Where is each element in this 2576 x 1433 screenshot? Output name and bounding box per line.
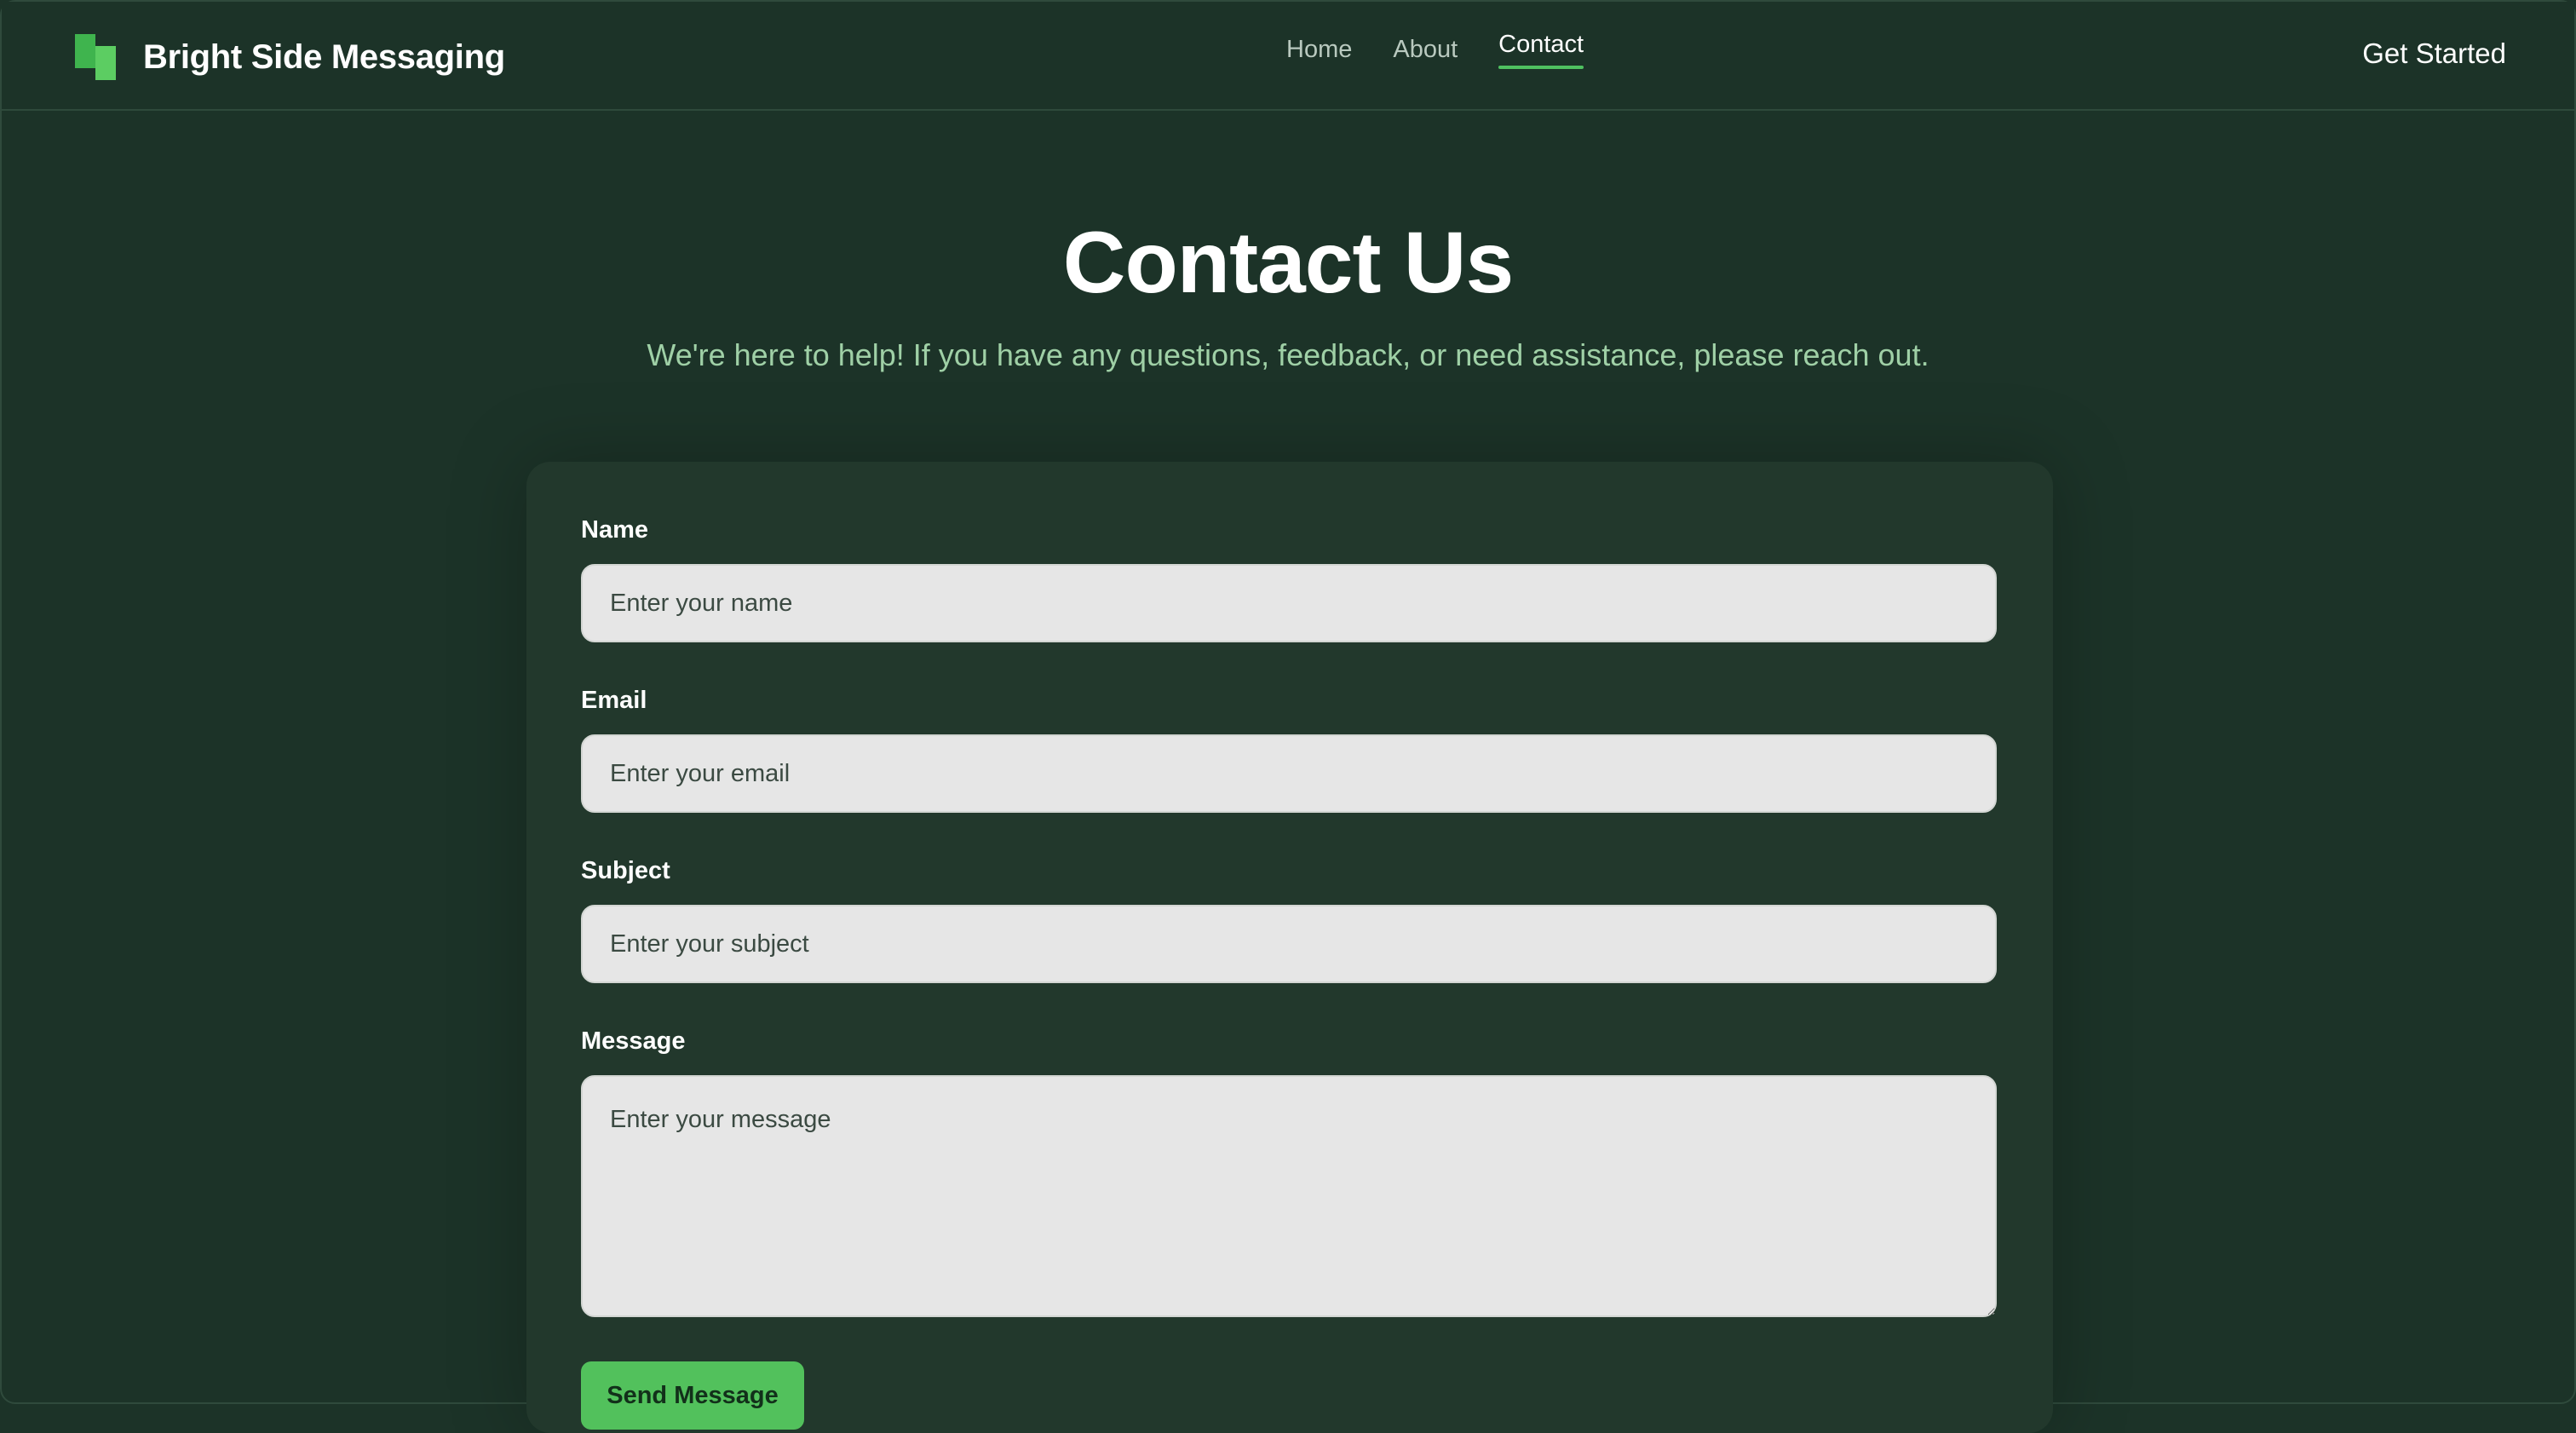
page-title: Contact Us: [1062, 214, 1514, 311]
subject-label: Subject: [581, 857, 670, 884]
site-header: Bright Side Messaging Home About Contact…: [2, 2, 2574, 111]
page-subtitle: We're here to help! If you have any ques…: [647, 337, 1929, 372]
message-label: Message: [581, 1027, 686, 1055]
main-nav: Home About Contact: [1286, 31, 1584, 72]
name-label: Name: [581, 516, 648, 544]
email-label: Email: [581, 687, 647, 714]
name-field[interactable]: [581, 564, 1997, 642]
email-field[interactable]: [581, 734, 1997, 813]
brand-logo-icon: [75, 34, 118, 80]
nav-item-home[interactable]: Home: [1286, 36, 1352, 72]
get-started-link[interactable]: Get Started: [2362, 37, 2506, 70]
brand[interactable]: Bright Side Messaging: [75, 32, 505, 82]
brand-name: Bright Side Messaging: [143, 37, 505, 76]
subject-field[interactable]: [581, 905, 1997, 983]
message-field[interactable]: [581, 1075, 1997, 1317]
contact-form: Name Email Subject Message Send Message: [526, 462, 2053, 1433]
nav-item-about[interactable]: About: [1393, 36, 1458, 72]
send-message-button[interactable]: Send Message: [581, 1361, 804, 1430]
nav-item-contact[interactable]: Contact: [1498, 31, 1584, 69]
